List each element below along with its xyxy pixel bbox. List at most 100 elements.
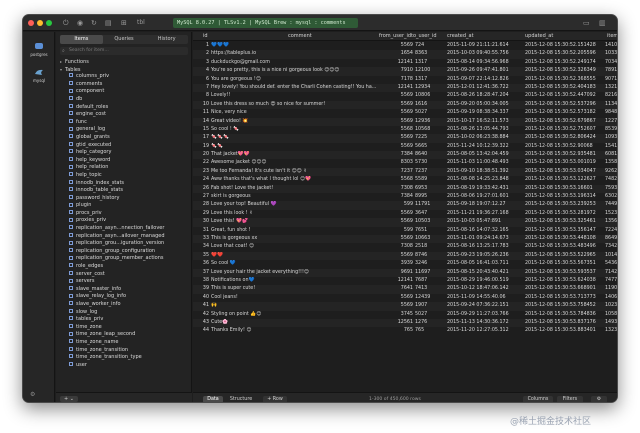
table-cell-item_id[interactable]: 14106 <box>605 42 617 50</box>
column-header-item_id[interactable]: item_id <box>607 32 617 41</box>
table-cell-item_id[interactable]: 13586 <box>605 159 617 167</box>
table-cell-to_user_id[interactable]: 10663 <box>415 235 445 243</box>
table-cell-comment[interactable]: 🍬🍬 <box>211 143 377 151</box>
table-cell-comment[interactable]: Love this look ! ✌ <box>211 210 377 218</box>
table-cell-to_user_id[interactable]: 2518 <box>415 243 445 251</box>
table-cell-id[interactable]: 20 <box>193 151 209 159</box>
sidebar-item-table[interactable]: slave_master_info <box>60 286 188 294</box>
table-row[interactable]: 15 So cool ! 🍬 5568 10568 2015-08-26 13:05:4… <box>193 126 617 134</box>
zoom-window-button[interactable] <box>46 20 52 26</box>
table-cell-comment[interactable]: Hey lovely! You should def. enter the Ch… <box>211 84 377 92</box>
table-cell-from_user_id[interactable]: 5568 <box>383 126 413 134</box>
table-cell-comment[interactable]: So cool ! 🍬 <box>211 126 377 134</box>
table-cell-updated_at[interactable]: 2015-12-08 15:30:53.122627 <box>525 176 603 184</box>
table-cell-id[interactable]: 37 <box>193 269 209 277</box>
tree-section-tables[interactable]: ▾ Tables <box>60 66 188 74</box>
table-cell-from_user_id[interactable]: 12141 <box>383 277 413 285</box>
table-cell-comment[interactable]: This is gorgeous xx <box>211 235 377 243</box>
rail-item-mysql[interactable]: mysql <box>23 68 55 83</box>
table-row[interactable]: 39 This is super cute! 7641 7413 2015-10-12 … <box>193 285 617 294</box>
table-cell-from_user_id[interactable]: 7641 <box>383 285 413 293</box>
table-cell-comment[interactable]: duckduckgo@gmail.com <box>211 59 377 67</box>
table-cell-from_user_id[interactable]: 7308 <box>383 243 413 251</box>
table-cell-comment[interactable]: Me too Fernanda! It's cute isn't it 😊😊 ✌ <box>211 168 377 176</box>
table-cell-comment[interactable]: Love your hair the jacket everything!!!😊 <box>211 269 377 277</box>
table-cell-updated_at[interactable]: 2015-12-08 15:30:53.784836 <box>525 311 603 319</box>
table-cell-item_id[interactable]: 7891 <box>605 67 617 75</box>
table-row[interactable]: 24 Aww thanks that's what I thought lol 😊… <box>193 176 617 184</box>
table-cell-comment[interactable]: Thanks Emily! 😊 <box>211 327 377 335</box>
sidebar-item-table[interactable]: default_roles <box>60 104 188 112</box>
sidebar-item-table[interactable]: engine_cost <box>60 111 188 119</box>
table-cell-to_user_id[interactable]: 11697 <box>415 269 445 277</box>
table-row[interactable]: 11 Nice, very nice 5569 5027 2015-09-19 08:3… <box>193 109 617 117</box>
table-cell-updated_at[interactable]: 2015-12-08 15:30:52.368555 <box>525 76 603 84</box>
table-cell-updated_at[interactable]: 2015-12-08 15:30:53.356147 <box>525 227 603 235</box>
table-cell-created_at[interactable]: 2015-09-19 08:38:34.337 <box>447 109 523 117</box>
table-cell-id[interactable]: 2 <box>193 50 209 58</box>
table-cell-comment[interactable]: Great video! 💥 <box>211 118 377 126</box>
table-row[interactable]: 42 Styling on point 👍😊 3745 5027 2015-09-29 … <box>193 311 617 319</box>
table-cell-from_user_id[interactable]: 765 <box>383 327 413 335</box>
table-cell-to_user_id[interactable]: 5027 <box>415 311 445 319</box>
table-cell-comment[interactable]: Cool jeans! <box>211 294 377 302</box>
table-cell-to_user_id[interactable]: 8995 <box>415 193 445 201</box>
table-cell-item_id[interactable]: 10148 <box>605 252 617 260</box>
table-cell-updated_at[interactable]: 2015-12-08 15:30:53.713773 <box>525 294 603 302</box>
table-cell-from_user_id[interactable]: 7384 <box>383 193 413 201</box>
table-cell-created_at[interactable]: 2015-10-02 06:23:38.884 <box>447 134 523 142</box>
table-cell-created_at[interactable]: 2015-09-23 19:05:26.236 <box>447 252 523 260</box>
table-cell-from_user_id[interactable]: 5569 <box>383 134 413 142</box>
table-row[interactable]: 8 Lovely!! 5569 10806 2015-08-26 18:28:47.20… <box>193 92 617 100</box>
column-header-from_user_id[interactable]: from_user_id <box>379 32 411 41</box>
table-row[interactable]: 38 Notifications on💙 12141 7687 2015-08-29 1… <box>193 277 617 285</box>
table-cell-id[interactable]: 7 <box>193 84 209 92</box>
table-cell-updated_at[interactable]: 2015-12-08 15:30:53.483496 <box>525 243 603 251</box>
table-cell-to_user_id[interactable]: 12934 <box>415 84 445 92</box>
table-cell-updated_at[interactable]: 2015-12-08 15:30:53.001019 <box>525 159 603 167</box>
table-cell-created_at[interactable]: 2015-08-29 19:46:00.519 <box>447 277 523 285</box>
table-cell-id[interactable]: 43 <box>193 319 209 327</box>
table-cell-created_at[interactable]: 2015-08-16 14:07:32.165 <box>447 227 523 235</box>
table-cell-created_at[interactable]: 2015-09-18 19:07:12.27 <box>447 201 523 209</box>
table-cell-to_user_id[interactable]: 12100 <box>415 67 445 75</box>
table-cell-updated_at[interactable]: 2015-12-08 15:30:53.325461 <box>525 218 603 226</box>
table-cell-from_user_id[interactable]: 12141 <box>383 84 413 92</box>
sidebar-item-table[interactable]: component <box>60 88 188 96</box>
table-cell-to_user_id[interactable]: 12439 <box>415 294 445 302</box>
table-cell-updated_at[interactable]: 2015-12-08 15:30:52.537296 <box>525 101 603 109</box>
table-cell-to_user_id[interactable]: 1907 <box>415 302 445 310</box>
table-row[interactable]: 40 Cool jeans! 5569 12439 2015-11-09 14:55:4… <box>193 294 617 302</box>
table-cell-from_user_id[interactable]: 5569 <box>383 109 413 117</box>
table-cell-id[interactable]: 44 <box>193 327 209 335</box>
table-cell-comment[interactable]: ❤️❤️ <box>211 252 377 260</box>
table-cell-id[interactable]: 10 <box>193 101 209 109</box>
table-row[interactable]: 2 https://tableplus.io 1654 8363 2015-10-03 … <box>193 50 617 59</box>
power-icon[interactable]: ⏻ <box>63 18 69 28</box>
sidebar-item-table[interactable]: columns_priv <box>60 73 188 81</box>
table-cell-created_at[interactable]: 2015-08-26 18:28:47.204 <box>447 92 523 100</box>
table-cell-updated_at[interactable]: 2015-12-08 15:30:53.196314 <box>525 193 603 201</box>
add-item-button[interactable]: + ⌄ <box>60 396 78 402</box>
table-cell-updated_at[interactable]: 2015-12-08 15:30:52.151428 <box>525 42 603 50</box>
table-cell-id[interactable]: 17 <box>193 134 209 142</box>
table-cell-comment[interactable]: skirt is gorgeous <box>211 193 377 201</box>
table-cell-to_user_id[interactable]: 10806 <box>415 92 445 100</box>
table-cell-item_id[interactable]: 7034 <box>605 59 617 67</box>
sql-icon[interactable]: ⊞ <box>121 18 127 28</box>
table-cell-from_user_id[interactable]: 7910 <box>383 67 413 75</box>
refresh-icon[interactable]: ↻ <box>91 18 97 28</box>
table-cell-comment[interactable]: So cool 💙 <box>211 260 377 268</box>
table-cell-to_user_id[interactable]: 8746 <box>415 252 445 260</box>
table-cell-id[interactable]: 26 <box>193 185 209 193</box>
table-cell-updated_at[interactable]: 2015-12-08 15:30:53.034047 <box>525 168 603 176</box>
sidebar-item-table[interactable]: replication_grou...iguration_version <box>60 240 188 248</box>
table-cell-created_at[interactable]: 2015-11-20 12:27:05.312 <box>447 327 523 335</box>
table-cell-id[interactable]: 11 <box>193 109 209 117</box>
table-cell-to_user_id[interactable]: 724 <box>415 42 445 50</box>
table-cell-item_id[interactable]: 7477 <box>605 277 617 285</box>
table-cell-from_user_id[interactable]: 12561 <box>383 319 413 327</box>
table-row[interactable]: 22 Awesome jacket 😊😊😊 8303 5730 2015-11-03 1… <box>193 159 617 167</box>
table-row[interactable]: 10 Love this dress so much 😍 so nice for … <box>193 100 617 110</box>
table-cell-created_at[interactable]: 2015-08-08 14:25:23.848 <box>447 176 523 184</box>
